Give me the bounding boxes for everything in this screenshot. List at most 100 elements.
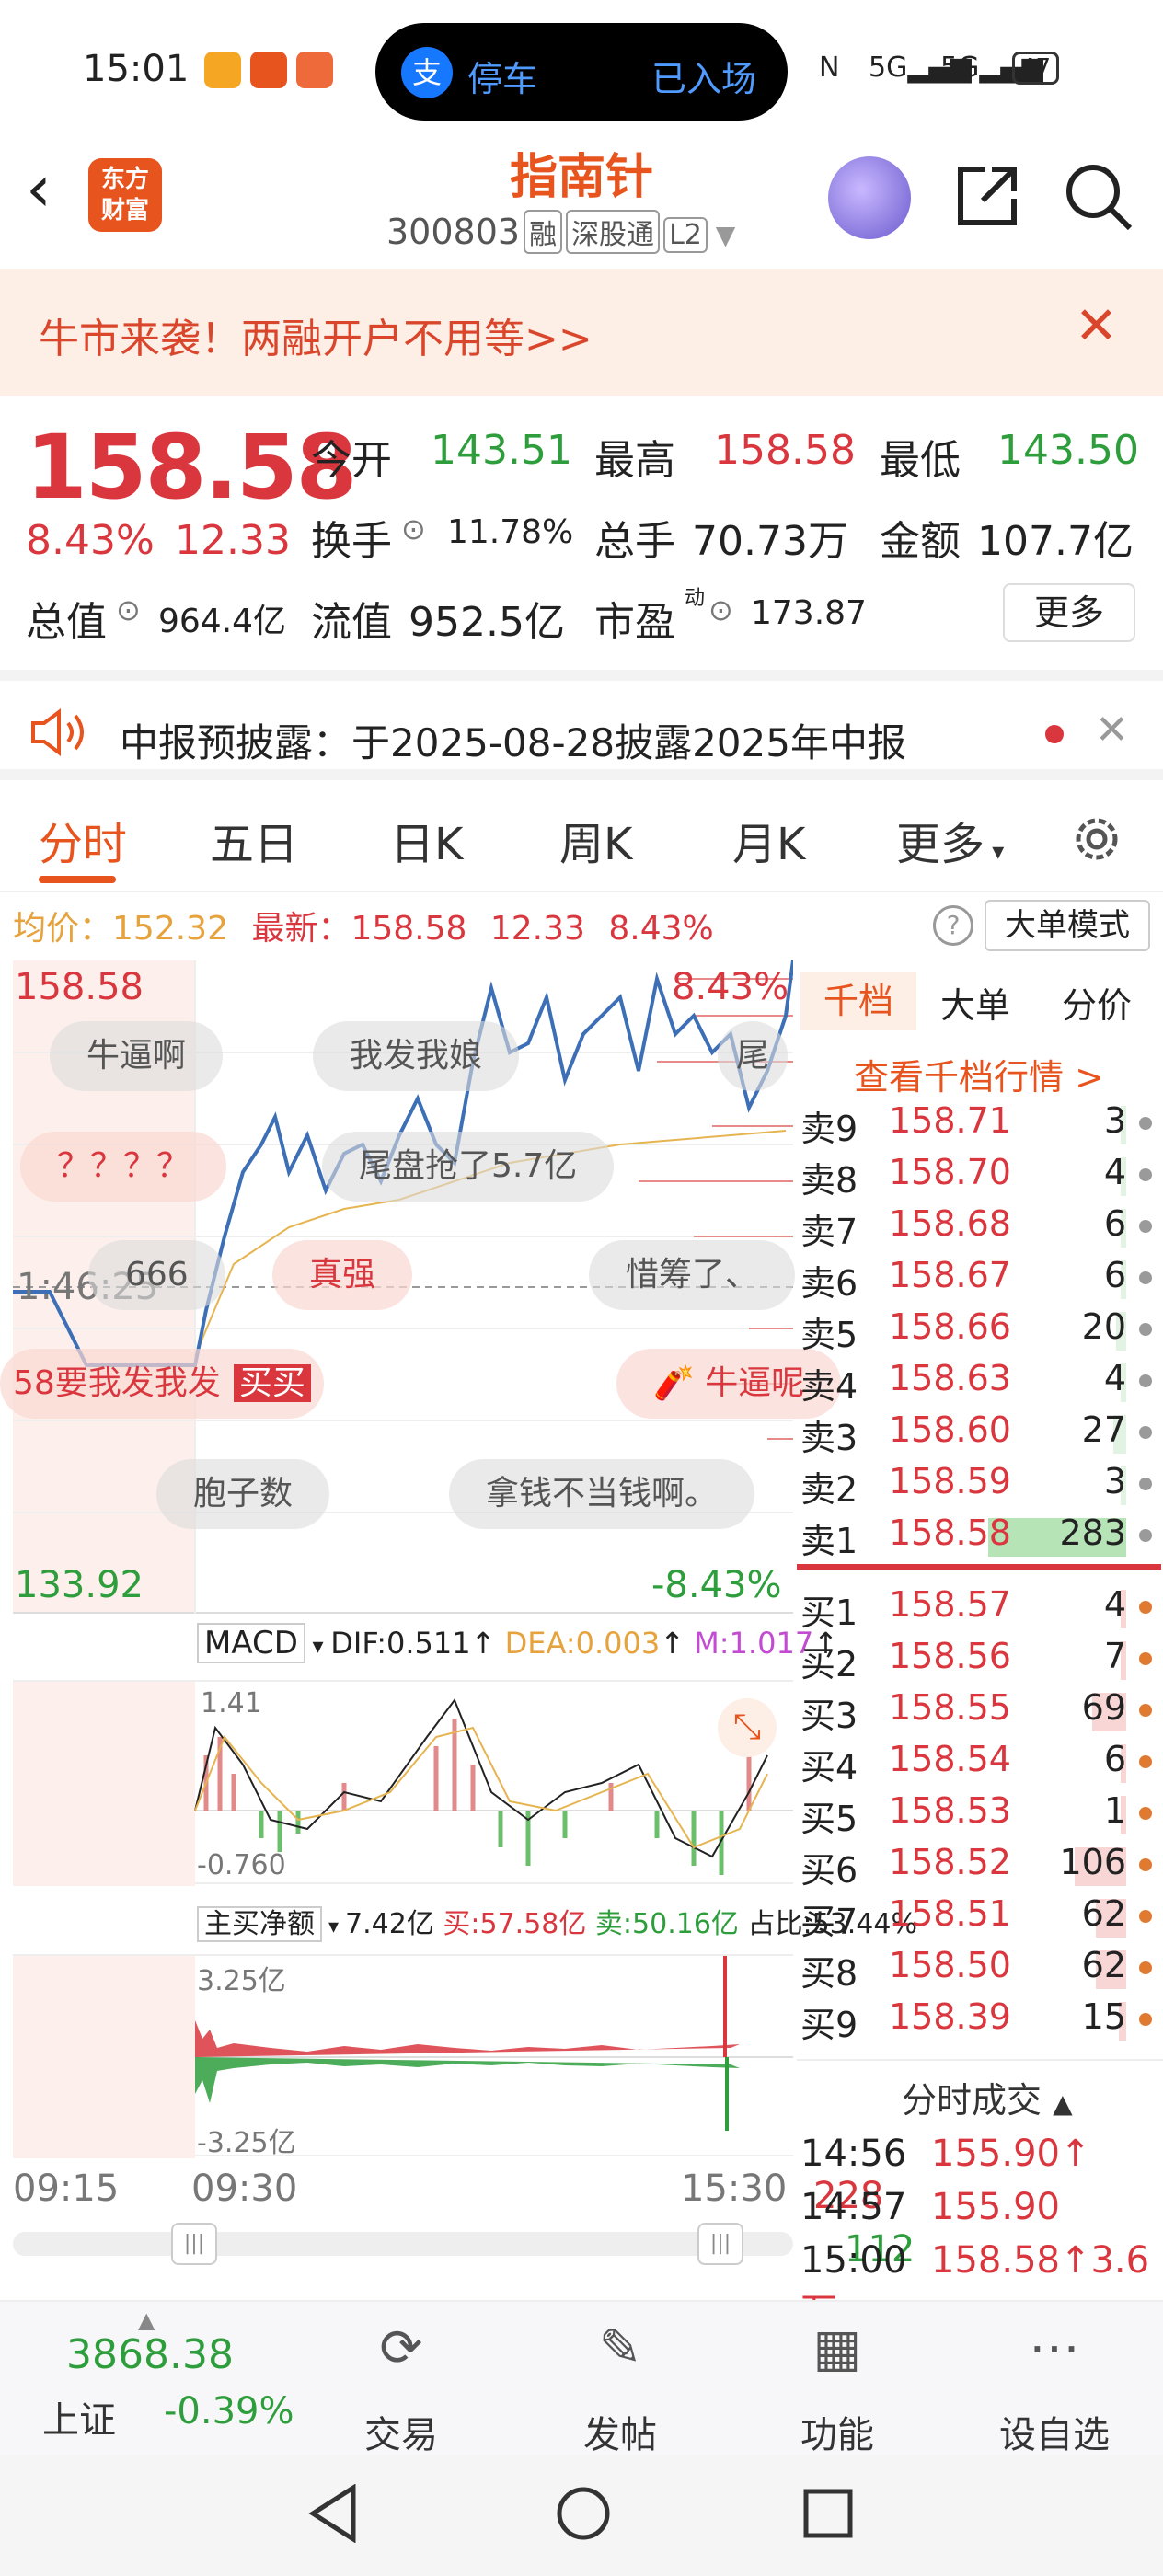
bid-row[interactable]: 买1 158.57 4	[800, 1584, 1159, 1634]
comment-bubble[interactable]: 尾	[718, 1021, 789, 1091]
tab-price-dist[interactable]: 分价	[1062, 977, 1132, 1028]
stock-code-line[interactable]: 300803 融深股通 L2 ▼	[386, 210, 735, 254]
view-depth-link[interactable]: 查看千档行情 >	[854, 1049, 1104, 1099]
nav-function[interactable]: 功能	[773, 2405, 902, 2458]
level-label: 买5	[800, 1799, 858, 1839]
comment-bubble[interactable]: 惜筹了、	[589, 1240, 796, 1310]
ask-row[interactable]: 卖2 158.59 3	[800, 1461, 1159, 1511]
close-icon[interactable]: ✕	[1075, 296, 1118, 356]
ask-row[interactable]: 卖8 158.70 4	[800, 1152, 1159, 1202]
home-nav-icon[interactable]	[554, 2484, 613, 2547]
back-nav-icon[interactable]	[305, 2483, 361, 2547]
ask-row[interactable]: 卖6 158.67 6	[800, 1255, 1159, 1305]
help-icon[interactable]: ?	[933, 905, 973, 946]
tab-more[interactable]: 更多 ▾	[896, 808, 1004, 872]
post-icon[interactable]: ✎	[556, 2318, 685, 2378]
bid-row[interactable]: 买2 158.56 7	[800, 1636, 1159, 1685]
firecracker-icon: 🧨	[653, 1364, 706, 1402]
info-icon[interactable]: ⊙	[401, 512, 426, 546]
time-scrollbar[interactable]	[13, 2232, 793, 2256]
recents-nav-icon[interactable]	[802, 2488, 854, 2543]
ask-row[interactable]: 卖5 158.66 20	[800, 1306, 1159, 1356]
nav-post[interactable]: 发帖	[556, 2405, 685, 2458]
macd-panel[interactable]	[13, 1680, 793, 1886]
promo-banner[interactable]: 牛市来袭！两融开户不用等>> ✕	[0, 269, 1163, 396]
big-order-mode-button[interactable]: 大单模式	[985, 900, 1150, 951]
nfc-icon: N	[819, 52, 840, 84]
level-dot	[1139, 2013, 1152, 2026]
tab-5day[interactable]: 五日	[210, 808, 298, 872]
trade-icon[interactable]: ⟳	[337, 2318, 466, 2378]
level-label: 卖1	[800, 1521, 858, 1561]
bid-row[interactable]: 买3 158.55 69	[800, 1687, 1159, 1737]
comment-bubble[interactable]: 胞子数	[156, 1459, 330, 1529]
share-icon[interactable]	[951, 162, 1021, 236]
level-label: 买7	[800, 1902, 858, 1942]
expand-icon[interactable]: ⤡	[718, 1698, 777, 1757]
bid-row[interactable]: 买4 158.54 6	[800, 1739, 1159, 1788]
level-price: 158.67	[889, 1255, 1011, 1295]
status-time: 15:01	[83, 48, 190, 90]
assistant-avatar[interactable]	[828, 156, 911, 239]
pe-label: 市盈	[594, 599, 675, 646]
level-dot	[1139, 1323, 1152, 1336]
comment-bubble[interactable]: 我发我娘	[313, 1021, 520, 1091]
scroll-handle-left[interactable]: |||	[171, 2223, 217, 2265]
tab-depth[interactable]: 千档	[800, 972, 916, 1030]
time-label: 09:30	[191, 2168, 298, 2210]
comment-bubble[interactable]: 牛逼啊	[50, 1021, 224, 1091]
info-icon[interactable]: ⊙	[708, 592, 733, 627]
level-label: 卖8	[800, 1160, 858, 1201]
gear-icon[interactable]	[1067, 810, 1126, 872]
net-buy-panel[interactable]	[13, 1954, 793, 2158]
ask-row[interactable]: 卖4 158.63 4	[800, 1358, 1159, 1408]
index-name[interactable]: 上证	[42, 2390, 116, 2444]
ask-row[interactable]: 卖1 158.58 283	[800, 1512, 1159, 1562]
tab-big-orders[interactable]: 大单	[940, 977, 1010, 1028]
macd-header[interactable]: MACD ▾ DIF:0.511↑ DEA:0.003↑ M:1.017↑	[197, 1623, 838, 1663]
ask-row[interactable]: 卖7 158.68 6	[800, 1203, 1159, 1253]
function-icon[interactable]: ▦	[773, 2318, 902, 2378]
notice-bar[interactable]: 中报预披露：于2025-08-28披露2025年中报 ✕	[0, 670, 1163, 780]
search-icon[interactable]	[1064, 162, 1134, 236]
scroll-handle-right[interactable]: |||	[697, 2223, 743, 2265]
info-icon[interactable]: ⊙	[116, 592, 141, 627]
level-dot	[1139, 1478, 1152, 1490]
tab-monthly[interactable]: 月K	[732, 808, 805, 872]
level-volume: 4	[1103, 1152, 1126, 1192]
watchlist-icon[interactable]: ⋯	[990, 2318, 1119, 2378]
live-activity-pill[interactable]: 支 停车 已入场	[375, 23, 788, 121]
close-icon[interactable]: ✕	[1095, 707, 1129, 753]
tab-daily[interactable]: 日K	[390, 808, 463, 872]
bid-row[interactable]: 买6 158.52 106	[800, 1842, 1159, 1892]
more-button[interactable]: 更多	[1003, 583, 1135, 642]
bid-row[interactable]: 买8 158.50 62	[800, 1945, 1159, 1995]
tab-weekly[interactable]: 周K	[559, 808, 632, 872]
trades-header[interactable]: 分时成交 ▲	[902, 2072, 1073, 2122]
ask-row[interactable]: 卖3 158.60 27	[800, 1409, 1159, 1459]
chevron-up-icon[interactable]: ▲	[138, 2307, 155, 2333]
time-label: 09:15	[13, 2168, 120, 2210]
comment-bubble[interactable]: ？？？？	[20, 1132, 227, 1202]
comment-bubble[interactable]: 尾盘抢了5.7亿	[322, 1132, 615, 1202]
bid-row[interactable]: 买5 158.53 1	[800, 1790, 1159, 1840]
bid-row[interactable]: 买9 158.39 15	[800, 1996, 1159, 2046]
level-volume: 4	[1103, 1358, 1126, 1398]
level-label: 买3	[800, 1696, 858, 1736]
index-change[interactable]: -0.39%	[164, 2390, 294, 2432]
nav-trade[interactable]: 交易	[337, 2405, 466, 2458]
level-volume: 4	[1103, 1584, 1126, 1625]
comment-bubble[interactable]: 拿钱不当钱啊。	[449, 1459, 755, 1529]
comment-bubble[interactable]: 666	[88, 1240, 225, 1310]
level-dot	[1139, 1704, 1152, 1717]
level-volume: 62	[1081, 1945, 1126, 1985]
index-value[interactable]: 3868.38	[66, 2331, 234, 2378]
bid-row[interactable]: 买7 158.51 62	[800, 1893, 1159, 1943]
tab-intraday[interactable]: 分时	[39, 808, 127, 872]
ask-row[interactable]: 卖9 158.71 3	[800, 1100, 1159, 1150]
nav-add-watchlist[interactable]: 设自选	[990, 2405, 1119, 2458]
comment-bubble[interactable]: 58要我发我发 买买	[0, 1349, 324, 1419]
level-volume: 15	[1081, 1996, 1126, 2037]
level-dot	[1139, 1374, 1152, 1387]
comment-bubble[interactable]: 真强	[272, 1240, 413, 1310]
